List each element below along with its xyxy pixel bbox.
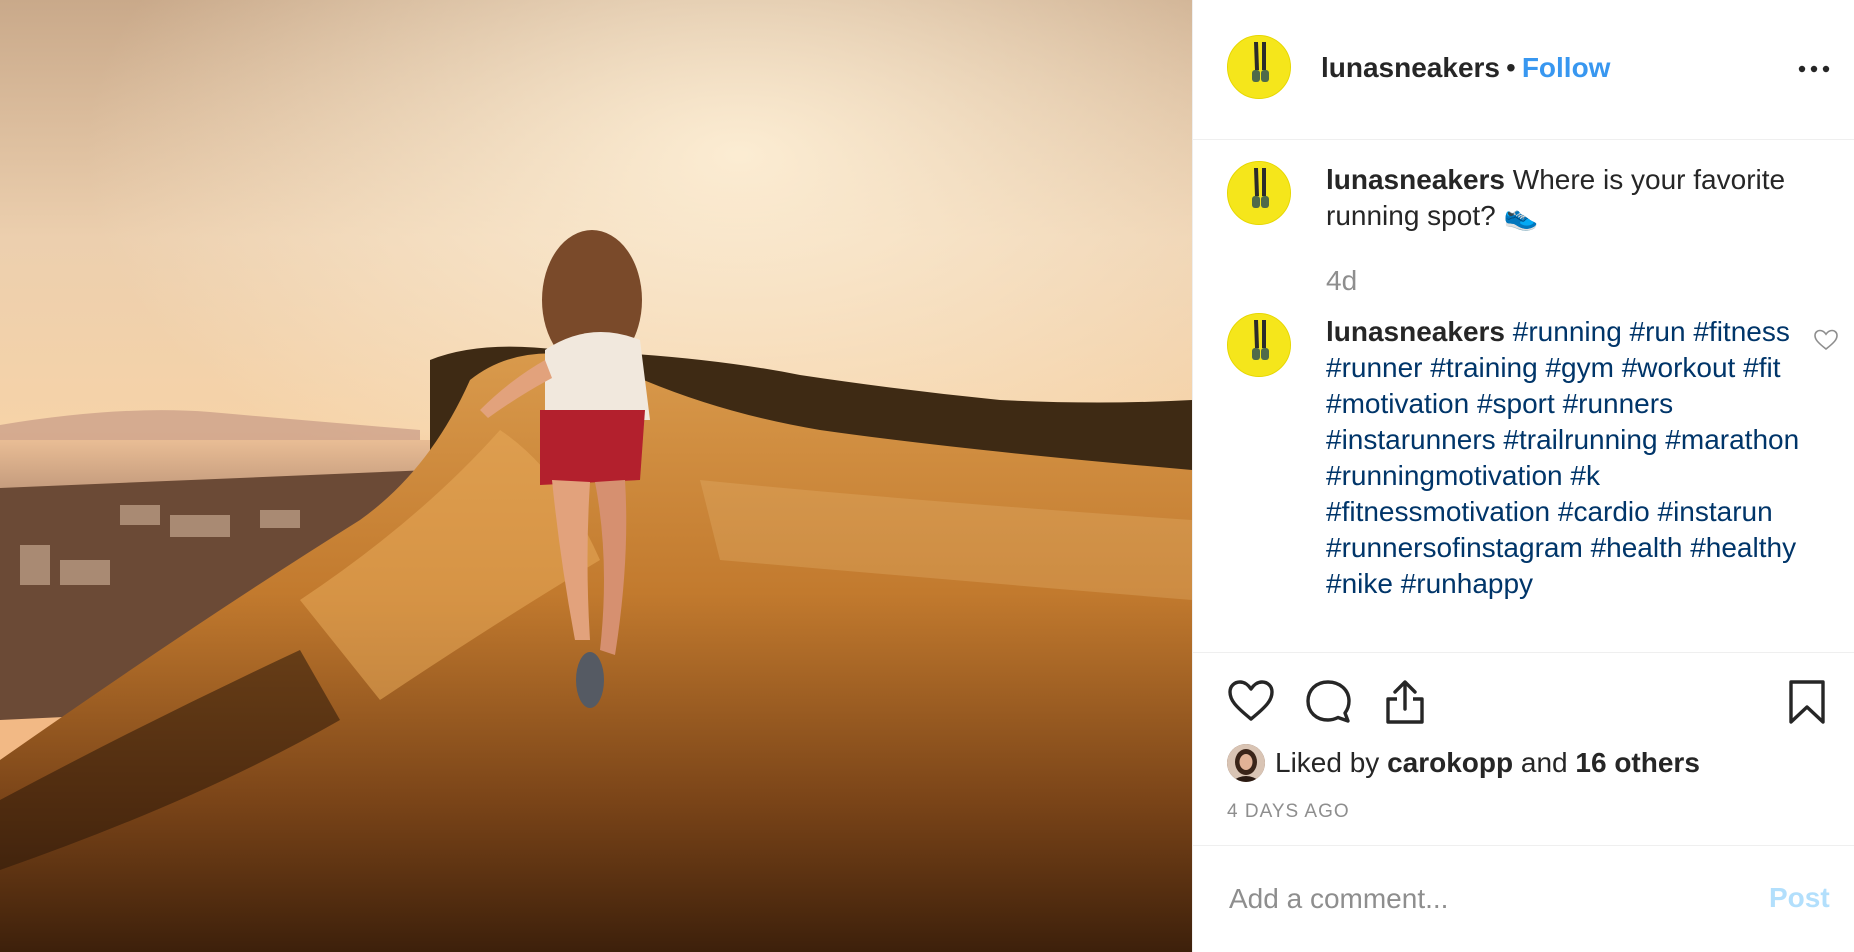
heart-icon[interactable] [1227, 679, 1275, 723]
comment-icon[interactable] [1305, 679, 1351, 723]
follow-button[interactable]: Follow [1522, 52, 1611, 83]
hashtag-comment: lunasneakers #running #run #fitness #run… [1326, 314, 1821, 602]
comment-avatar[interactable] [1227, 313, 1291, 377]
comment-avatar[interactable] [1227, 161, 1291, 225]
post-photo-image [0, 0, 1192, 952]
separator-dot: • [1506, 52, 1516, 83]
author-username[interactable]: lunasneakers [1321, 52, 1500, 83]
liked-by-and: and [1520, 747, 1568, 778]
post-header: lunasneakers • Follow [1193, 0, 1854, 140]
comment-username[interactable]: lunasneakers [1326, 316, 1505, 347]
liked-by-user[interactable]: carokopp [1387, 747, 1513, 779]
add-comment-section: Post [1193, 845, 1854, 952]
liker-avatar[interactable] [1227, 744, 1265, 782]
comments-list[interactable]: lunasneakers Where is your favorite runn… [1193, 140, 1854, 652]
post-timestamp[interactable]: 4 DAYS AGO [1227, 801, 1350, 823]
likes-summary: Liked by carokopp and 16 others [1227, 743, 1700, 783]
header-line: lunasneakers • Follow [1321, 52, 1610, 84]
liked-by-others[interactable]: 16 others [1575, 747, 1700, 779]
post-comment-button[interactable]: Post [1769, 882, 1830, 914]
post-side-panel: lunasneakers • Follow lunasneakers Where i… [1192, 0, 1854, 952]
comment-time[interactable]: 4d [1326, 265, 1357, 297]
liked-by-prefix: Liked by [1275, 747, 1380, 778]
heart-icon[interactable] [1813, 328, 1839, 352]
more-horizontal-icon[interactable] [1797, 54, 1831, 84]
bookmark-icon[interactable] [1787, 679, 1827, 725]
share-icon[interactable] [1383, 679, 1427, 725]
post-actions: Liked by carokopp and 16 others 4 DAYS A… [1193, 652, 1854, 845]
comment-input[interactable] [1227, 878, 1731, 920]
hashtag-list[interactable]: #running #run #fitness #runner #training… [1326, 316, 1799, 599]
caption-comment: lunasneakers Where is your favorite runn… [1326, 162, 1821, 234]
post-photo[interactable] [0, 0, 1192, 952]
comment-username[interactable]: lunasneakers [1326, 164, 1505, 195]
author-avatar[interactable] [1227, 35, 1291, 99]
